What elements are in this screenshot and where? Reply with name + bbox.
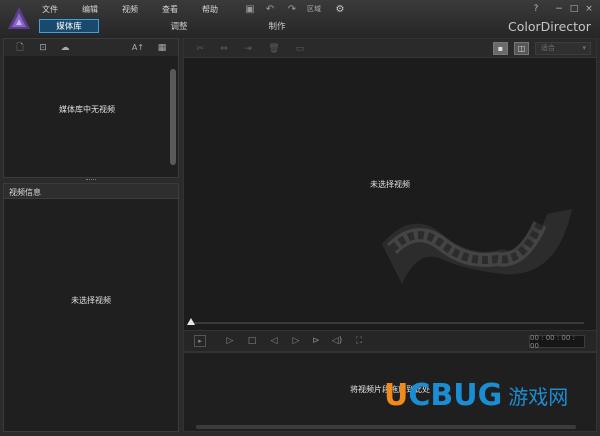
tab-produce[interactable]: 制作 bbox=[252, 19, 302, 33]
tab-library[interactable]: 媒体库 bbox=[39, 19, 99, 33]
import-file-icon[interactable]: 🗋 bbox=[14, 42, 26, 53]
compare-icon[interactable]: ▭ bbox=[294, 43, 306, 54]
delete-icon[interactable]: 🗑 bbox=[268, 43, 280, 54]
menu-file[interactable]: 文件 bbox=[42, 4, 58, 16]
library-scrollbar[interactable] bbox=[170, 69, 176, 165]
timecode-display: 00 : 00 : 00 : 00 bbox=[529, 334, 585, 350]
panel-splitter[interactable] bbox=[86, 179, 96, 182]
redo-icon[interactable]: ↷ bbox=[286, 3, 298, 15]
storyboard-area[interactable]: 将视频片段拖放到此处 U C BUG 游戏网 bbox=[183, 352, 597, 432]
cloud-download-icon[interactable]: ☁ bbox=[59, 42, 71, 53]
split-icon[interactable]: ⇔ bbox=[218, 43, 230, 54]
menu-video[interactable]: 视频 bbox=[122, 4, 138, 16]
fullscreen-icon[interactable]: ⛶ bbox=[353, 335, 365, 347]
menu-help[interactable]: 帮助 bbox=[202, 4, 218, 16]
single-view-icon[interactable]: ▪ bbox=[493, 42, 508, 55]
tab-adjust[interactable]: 调整 bbox=[154, 19, 204, 33]
settings-gear-icon[interactable]: ⚙ bbox=[334, 3, 346, 15]
video-info-header: 视频信息 bbox=[4, 184, 178, 199]
menu-view[interactable]: 查看 bbox=[162, 4, 178, 16]
menu-edit[interactable]: 编辑 bbox=[82, 4, 98, 16]
preview-seek-bar[interactable] bbox=[188, 322, 584, 324]
film-strip-icon bbox=[382, 209, 572, 284]
library-empty-message: 媒体库中无视频 bbox=[59, 105, 115, 114]
app-logo-icon bbox=[8, 7, 30, 29]
next-frame-icon[interactable]: ▷ bbox=[290, 335, 302, 347]
compare-view-icon[interactable]: ◫ bbox=[514, 42, 529, 55]
cut-icon[interactable]: ✂ bbox=[194, 43, 206, 54]
brand-name: ColorDirector bbox=[508, 19, 591, 34]
zoom-fit-value: 适合 bbox=[541, 44, 555, 52]
help-icon[interactable]: ? bbox=[530, 3, 542, 15]
import-folder-icon[interactable]: ⊡ bbox=[37, 42, 49, 53]
video-info-panel: 视频信息 未选择视频 bbox=[3, 183, 179, 432]
play-icon[interactable]: ▷ bbox=[224, 335, 236, 347]
preview-toolbar: ✂ ⇔ ⇥ 🗑 ▭ ▪ ◫ 适合 ▾ bbox=[184, 39, 596, 58]
watermark-logo: U C BUG 游戏网 bbox=[384, 377, 569, 413]
video-info-empty-message: 未选择视频 bbox=[71, 296, 111, 305]
close-icon[interactable]: × bbox=[583, 3, 595, 15]
chevron-down-icon: ▾ bbox=[582, 44, 586, 52]
volume-icon[interactable]: ◁) bbox=[331, 335, 343, 347]
library-toolbar: 🗋 ⊡ ☁ A↑ ▦ bbox=[4, 39, 178, 56]
undo-icon[interactable]: ↶ bbox=[264, 3, 276, 15]
zoom-fit-select[interactable]: 适合 ▾ bbox=[535, 42, 591, 55]
sort-button[interactable]: A↑ bbox=[130, 42, 146, 53]
stop-icon[interactable]: □ bbox=[246, 335, 258, 347]
previous-frame-icon[interactable]: ◁ bbox=[268, 335, 280, 347]
snapshot-icon[interactable]: ▣ bbox=[244, 3, 256, 15]
storyboard-scrollbar[interactable] bbox=[196, 425, 576, 429]
media-library-panel: 🗋 ⊡ ☁ A↑ ▦ 媒体库中无视频 bbox=[3, 38, 179, 178]
video-info-title: 视频信息 bbox=[9, 188, 41, 197]
title-bar: 文件 编辑 视频 查看 帮助 ▣ ↶ ↷ 区域 ⚙ ? − □ × 媒体库 调整… bbox=[0, 0, 600, 38]
mode-icon[interactable]: ▸ bbox=[194, 335, 206, 347]
region-dropdown[interactable]: 区域 bbox=[307, 4, 321, 16]
grid-view-icon[interactable]: ▦ bbox=[154, 42, 170, 53]
fast-forward-icon[interactable]: ⊳ bbox=[310, 335, 322, 347]
playhead-marker[interactable] bbox=[187, 318, 195, 325]
playback-controls: ▸ ▷ □ ◁ ▷ ⊳ ◁) ⛶ 00 : 00 : 00 : 00 bbox=[183, 330, 597, 352]
maximize-icon[interactable]: □ bbox=[568, 3, 580, 15]
preview-panel: ✂ ⇔ ⇥ 🗑 ▭ ▪ ◫ 适合 ▾ 未选择视频 bbox=[183, 38, 597, 352]
trim-icon[interactable]: ⇥ bbox=[242, 43, 254, 54]
minimize-icon[interactable]: − bbox=[553, 3, 565, 15]
